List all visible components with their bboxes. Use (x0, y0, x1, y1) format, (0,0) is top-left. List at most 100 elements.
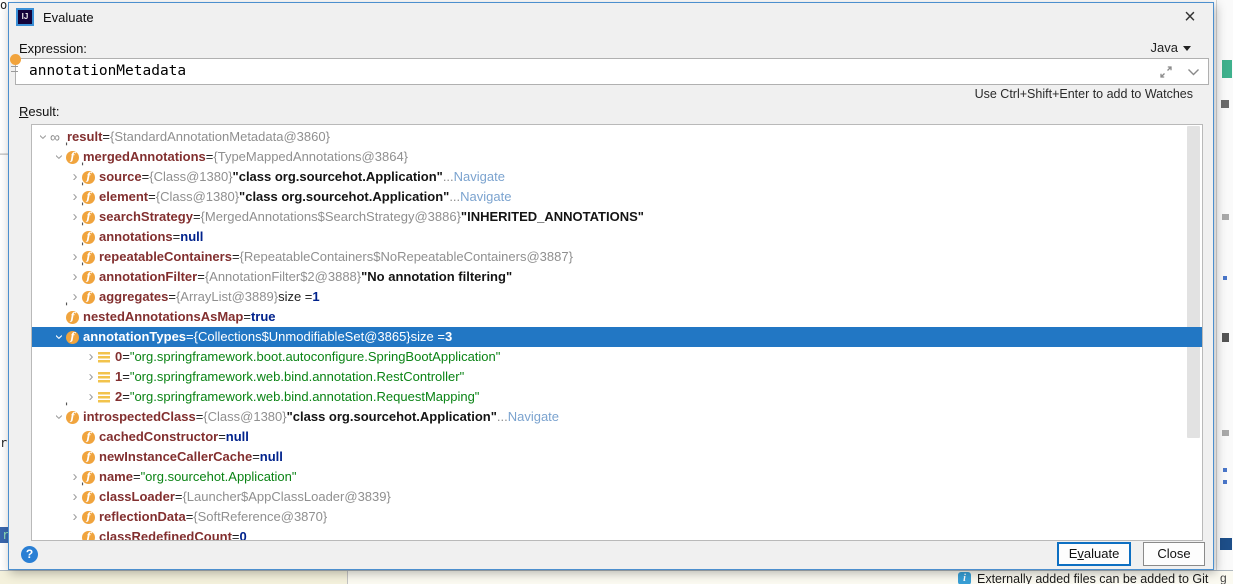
chevron-collapsed-icon[interactable]: › (68, 207, 82, 227)
row-text: ... (497, 407, 508, 427)
chevron-collapsed-icon[interactable]: › (84, 387, 98, 407)
row-text: size = (411, 327, 445, 347)
tree-row-reflectionData[interactable]: ›freflectionData = {SoftReference@3870} (32, 507, 1202, 527)
tree-row-searchStrategy[interactable]: ›fsearchStrategy = {MergedAnnotations$Se… (32, 207, 1202, 227)
row-text: 0 (240, 527, 247, 541)
row-text: "class org.sourcehot.Application" (287, 407, 497, 427)
help-button[interactable]: ? (21, 546, 38, 563)
tree-row-cachedConstructor[interactable]: fcachedConstructor = null (32, 427, 1202, 447)
background-panel-divider (0, 571, 348, 584)
final-field-icon: f (82, 187, 99, 207)
final-field-icon: f (82, 207, 99, 227)
row-text: = (168, 287, 176, 307)
chevron-collapsed-icon[interactable]: › (84, 347, 98, 367)
final-field-icon: f (66, 307, 83, 327)
tree-row-repeatableContainers[interactable]: ›frepeatableContainers = {RepeatableCont… (32, 247, 1202, 267)
row-text: = (175, 487, 183, 507)
dialog-titlebar[interactable]: IJ Evaluate × (9, 3, 1213, 33)
git-notification[interactable]: i Externally added files can be added to… (958, 572, 1208, 584)
row-text: = (122, 367, 130, 387)
tree-row-1[interactable]: ›1 = "org.springframework.web.bind.annot… (32, 367, 1202, 387)
row-text: classLoader (99, 487, 175, 507)
row-text: = (196, 407, 204, 427)
chevron-collapsed-icon[interactable]: › (68, 507, 82, 527)
final-field-icon: f (66, 407, 83, 427)
intention-bulb-icon[interactable] (10, 54, 21, 65)
expression-label: Expression: (19, 41, 87, 56)
row-text: annotationTypes (83, 327, 186, 347)
row-text: "class org.sourcehot.Application" (233, 167, 443, 187)
row-text: size = (278, 287, 312, 307)
tree-row-name[interactable]: ›fname = "org.sourcehot.Application" (32, 467, 1202, 487)
row-text: = (232, 527, 240, 541)
final-field-icon: f (82, 247, 99, 267)
field-icon: f (82, 527, 99, 541)
row-text: searchStrategy (99, 207, 193, 227)
navigate-link[interactable]: Navigate (454, 167, 505, 187)
tree-row-annotationFilter[interactable]: ›fannotationFilter = {AnnotationFilter$2… (32, 267, 1202, 287)
chevron-collapsed-icon[interactable]: › (68, 467, 82, 487)
row-text: "org.springframework.boot.autoconfigure.… (130, 347, 501, 367)
field-icon: f (82, 427, 99, 447)
tree-row-0[interactable]: › 0 = "org.springframework.boot.autoconfi… (32, 347, 1202, 367)
chevron-collapsed-icon[interactable]: › (68, 287, 82, 307)
chevron-collapsed-icon[interactable]: › (68, 247, 82, 267)
array-item-icon (98, 367, 115, 387)
history-chevron-icon[interactable] (1187, 68, 1200, 77)
navigate-link[interactable]: Navigate (460, 187, 511, 207)
background-glyph: g (1220, 571, 1227, 584)
evaluate-button[interactable]: Evaluate (1057, 542, 1131, 566)
info-icon: i (958, 572, 971, 584)
language-selector[interactable]: Java (1151, 40, 1191, 55)
row-text: nestedAnnotationsAsMap (83, 307, 243, 327)
tree-row-2[interactable]: ›2 = "org.springframework.web.bind.annot… (32, 387, 1202, 407)
tree-row-classRedefinedCount[interactable]: fclassRedefinedCount = 0 (32, 527, 1202, 541)
chevron-collapsed-icon[interactable]: › (68, 167, 82, 187)
background-bottom-strip: i Externally added files can be added to… (0, 570, 1233, 584)
gutter-mark (1222, 333, 1229, 342)
row-text: ... (443, 167, 454, 187)
chevron-collapsed-icon[interactable]: › (68, 267, 82, 287)
close-icon[interactable]: × (1177, 5, 1203, 29)
chevron-collapsed-icon[interactable]: › (84, 367, 98, 387)
tree-row-introspectedClass[interactable]: ›fintrospectedClass = {Class@1380} "clas… (32, 407, 1202, 427)
row-text: repeatableContainers (99, 247, 232, 267)
row-text: name (99, 467, 133, 487)
row-text: = (122, 387, 130, 407)
field-icon: f (82, 467, 99, 487)
tree-row-nestedAnnotationsAsMap[interactable]: fnestedAnnotationsAsMap = true (32, 307, 1202, 327)
row-text: "org.sourcehot.Application" (141, 467, 297, 487)
row-text: {Collections$UnmodifiableSet@3865} (194, 327, 411, 347)
row-text: 0 (115, 347, 122, 367)
row-text: newInstanceCallerCache (99, 447, 252, 467)
row-text: {RepeatableContainers$NoRepeatableContai… (240, 247, 573, 267)
expand-editor-icon[interactable] (1159, 65, 1173, 79)
tree-row-aggregates[interactable]: ›faggregates = {ArrayList@3889} size = 1 (32, 287, 1202, 307)
chevron-collapsed-icon[interactable]: › (68, 487, 82, 507)
row-text: = (193, 207, 201, 227)
tree-row-mergedAnnotations[interactable]: ›fmergedAnnotations = {TypeMappedAnnotat… (32, 147, 1202, 167)
row-text: = (252, 447, 260, 467)
row-text: = (122, 347, 130, 367)
tree-row-result[interactable]: ›∞result = {StandardAnnotationMetadata@3… (32, 127, 1202, 147)
row-text: {ArrayList@3889} (176, 287, 278, 307)
tree-row-annotations[interactable]: fannotations = null (32, 227, 1202, 247)
tree-row-newInstanceCallerCache[interactable]: fnewInstanceCallerCache = null (32, 447, 1202, 467)
row-text: {SoftReference@3870} (193, 507, 327, 527)
tree-row-source[interactable]: ›fsource = {Class@1380} "class org.sourc… (32, 167, 1202, 187)
result-tree[interactable]: ›∞result = {StandardAnnotationMetadata@3… (31, 124, 1203, 541)
tree-row-annotationTypes[interactable]: ›fannotationTypes = {Collections$Unmodif… (32, 327, 1202, 347)
row-text: cachedConstructor (99, 427, 218, 447)
row-text: {Class@1380} (203, 407, 286, 427)
expression-input[interactable]: annotationMetadata (15, 58, 1209, 85)
tree-row-element[interactable]: ›felement = {Class@1380} "class org.sour… (32, 187, 1202, 207)
chevron-collapsed-icon[interactable]: › (68, 187, 82, 207)
array-item-icon (98, 387, 115, 407)
row-text: {Launcher$AppClassLoader@3839} (182, 487, 390, 507)
dialog-title: Evaluate (43, 10, 94, 25)
row-text: = (186, 507, 194, 527)
expression-value: annotationMetadata (29, 63, 186, 79)
close-button[interactable]: Close (1143, 542, 1205, 566)
tree-row-classLoader[interactable]: ›fclassLoader = {Launcher$AppClassLoader… (32, 487, 1202, 507)
navigate-link[interactable]: Navigate (508, 407, 559, 427)
